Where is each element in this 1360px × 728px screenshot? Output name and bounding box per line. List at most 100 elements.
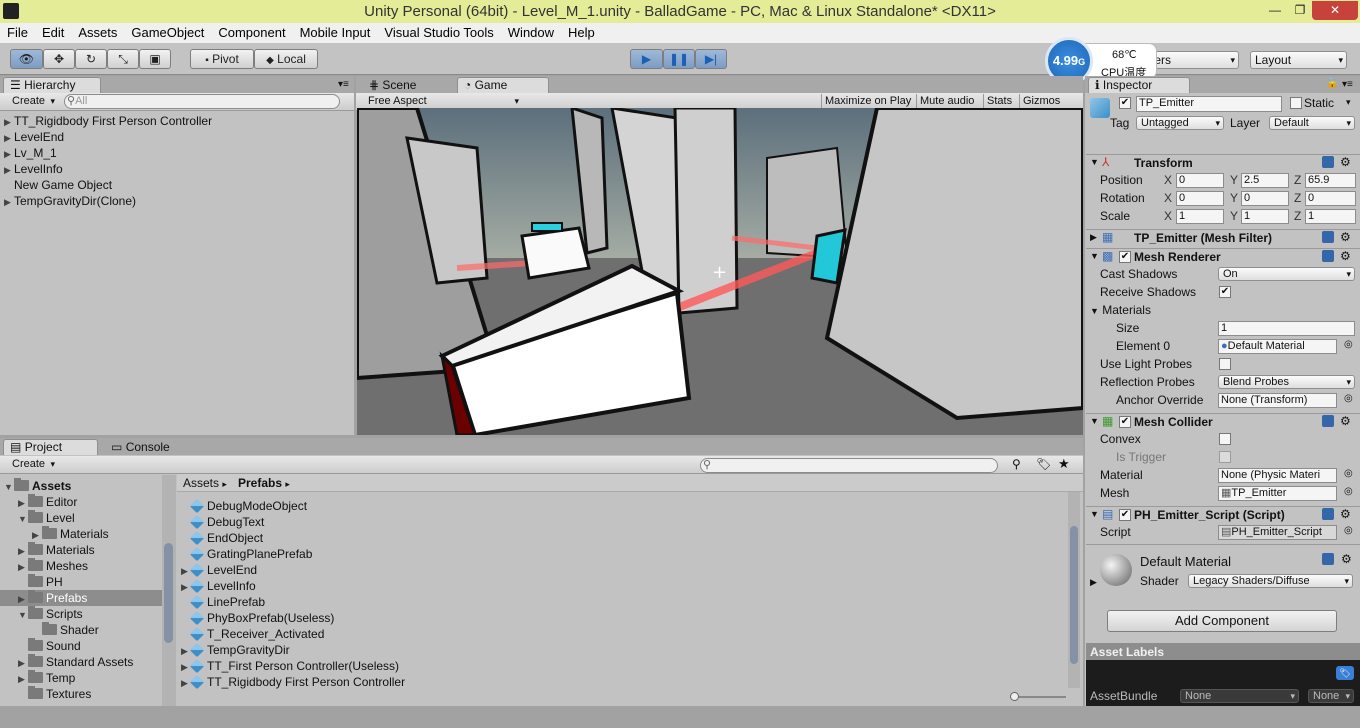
is-trigger-checkbox[interactable] (1219, 451, 1231, 463)
view-tool-button[interactable]: 👁 (10, 49, 43, 69)
object-name-field[interactable]: TP_Emitter (1136, 96, 1282, 112)
layer-dropdown[interactable]: Default (1269, 116, 1355, 130)
static-checkbox[interactable] (1290, 97, 1302, 109)
help-book-icon[interactable] (1322, 553, 1334, 565)
expand-arrow-icon[interactable]: ▶ (4, 130, 14, 146)
breadcrumb-assets[interactable]: Assets ▸ (183, 476, 227, 490)
transform-x-field[interactable]: 0 (1176, 191, 1224, 206)
object-picker-icon[interactable]: ◎ (1344, 525, 1353, 536)
asset-item[interactable]: ▶ LevelInfo (181, 578, 1061, 594)
anchor-override-field[interactable]: None (Transform) (1218, 393, 1337, 408)
tab-console[interactable]: ▭ Console (104, 439, 192, 455)
cast-shadows-dropdown[interactable]: On (1218, 267, 1355, 281)
mesh-collider-enabled-checkbox[interactable]: ✔ (1119, 416, 1131, 428)
folder-item[interactable]: ▶ Meshes (4, 558, 162, 574)
transform-header[interactable]: ▼ ⅄ Transform ⚙ (1086, 154, 1360, 172)
hierarchy-item[interactable]: ▶ LevelInfo (4, 161, 344, 177)
panel-menu-icon[interactable]: ▾≡ (338, 79, 349, 90)
folder-item[interactable]: ▶ Prefabs (0, 590, 162, 606)
folder-item[interactable]: ▼ Assets (4, 478, 162, 494)
menu-item-gameobject[interactable]: GameObject (124, 23, 211, 43)
transform-z-field[interactable]: 1 (1305, 209, 1356, 224)
mesh-renderer-header[interactable]: ▼ ▩ ✔ Mesh Renderer ⚙ (1086, 248, 1360, 266)
help-book-icon[interactable] (1322, 250, 1334, 262)
gear-icon[interactable]: ⚙ (1341, 552, 1352, 566)
asset-item[interactable]: ▶ LevelEnd (181, 562, 1061, 578)
expand-arrow-icon[interactable]: ▼ (4, 479, 14, 495)
rotate-tool-button[interactable]: ↻ (75, 49, 107, 69)
expand-arrow-icon[interactable]: ▶ (18, 495, 28, 511)
favorite-star-icon[interactable]: ★ (1058, 456, 1070, 472)
project-search-input[interactable]: ⚲ (700, 458, 998, 473)
asset-item[interactable]: PhyBoxPrefab(Useless) (181, 610, 1061, 626)
expand-arrow-icon[interactable]: ▶ (18, 559, 28, 575)
gear-icon[interactable]: ⚙ (1340, 507, 1351, 521)
lock-icon[interactable]: 🔒 (1326, 78, 1338, 89)
object-picker-icon[interactable]: ◎ (1344, 468, 1353, 479)
asset-item[interactable]: ▶ TempGravityDir (181, 642, 1061, 658)
folder-item[interactable]: ▶ Standard Assets (4, 654, 162, 670)
reflection-probes-dropdown[interactable]: Blend Probes (1218, 375, 1355, 389)
script-header[interactable]: ▼ ▤ ✔ PH_Emitter_Script (Script) ⚙ (1086, 506, 1360, 524)
collider-material-field[interactable]: None (Physic Materi (1218, 468, 1337, 483)
transform-y-field[interactable]: 2.5 (1241, 173, 1289, 188)
menu-item-visual-studio-tools[interactable]: Visual Studio Tools (377, 23, 500, 43)
pivot-button[interactable]: ▪ Pivot (190, 49, 254, 69)
script-enabled-checkbox[interactable]: ✔ (1119, 509, 1131, 521)
menu-item-edit[interactable]: Edit (35, 23, 71, 43)
assetbundle-dropdown[interactable]: None (1180, 689, 1299, 703)
hierarchy-item[interactable]: ▶ LevelEnd (4, 129, 344, 145)
expand-arrow-icon[interactable]: ▶ (181, 643, 191, 659)
asset-item[interactable]: ▶ TT_Rigidbody First Person Controller (181, 674, 1061, 690)
expand-arrow-icon[interactable]: ▶ (18, 671, 28, 687)
expand-arrow-icon[interactable]: ▶ (18, 655, 28, 671)
assetbundle-variant-dropdown[interactable]: None (1308, 689, 1354, 703)
folder-item[interactable]: ▶ Temp (4, 670, 162, 686)
menu-item-file[interactable]: File (0, 23, 35, 43)
tag-dropdown[interactable]: Untagged (1136, 116, 1224, 130)
pause-button[interactable]: ❚❚ (663, 49, 695, 69)
icon-size-slider[interactable] (1010, 692, 1066, 701)
expand-arrow-icon[interactable]: ▶ (4, 146, 14, 162)
expand-arrow-icon[interactable]: ▶ (181, 563, 191, 579)
folder-item[interactable]: Sound (4, 638, 162, 654)
asset-item[interactable]: EndObject (181, 530, 1061, 546)
play-button[interactable]: ▶ (630, 49, 663, 69)
asset-item[interactable]: DebugText (181, 514, 1061, 530)
filter-type-icon[interactable]: ⚲ (1012, 457, 1021, 471)
folder-item[interactable]: ▼ Scripts (4, 606, 162, 622)
hierarchy-create-dropdown[interactable]: Create (8, 95, 58, 109)
expand-arrow-icon[interactable]: ▶ (18, 591, 28, 607)
script-field[interactable]: ▤PH_Emitter_Script (1218, 525, 1337, 540)
element0-field[interactable]: ●Default Material (1218, 339, 1337, 354)
folder-item[interactable]: ▶ Materials (4, 526, 162, 542)
light-probes-checkbox[interactable] (1219, 358, 1231, 370)
label-tag-icon[interactable]: 🏷 (1336, 666, 1354, 680)
transform-y-field[interactable]: 0 (1241, 191, 1289, 206)
collider-mesh-field[interactable]: ▦TP_Emitter (1218, 486, 1337, 501)
rect-tool-button[interactable]: ▣ (139, 49, 171, 69)
hierarchy-item[interactable]: ▶ TempGravityDir(Clone) (4, 193, 344, 209)
expand-arrow-icon[interactable]: ▶ (32, 527, 42, 543)
hierarchy-search-input[interactable]: ⚲All (64, 94, 340, 109)
folder-item[interactable]: ▼ Level (4, 510, 162, 526)
help-book-icon[interactable] (1322, 231, 1334, 243)
asset-list-scrollbar[interactable] (1068, 492, 1080, 688)
gear-icon[interactable]: ⚙ (1340, 414, 1351, 428)
breadcrumb-prefabs[interactable]: Prefabs ▸ (238, 476, 290, 490)
expand-arrow-icon[interactable]: ▼ (18, 607, 28, 623)
hierarchy-item[interactable]: ▶ TT_Rigidbody First Person Controller (4, 113, 344, 129)
expand-arrow-icon[interactable]: ▶ (4, 162, 14, 178)
asset-item[interactable]: T_Receiver_Activated (181, 626, 1061, 642)
asset-item[interactable]: GratingPlanePrefab (181, 546, 1061, 562)
expand-arrow-icon[interactable]: ▶ (18, 543, 28, 559)
transform-x-field[interactable]: 1 (1176, 209, 1224, 224)
expand-arrow-icon[interactable]: ▶ (181, 659, 191, 675)
gear-icon[interactable]: ⚙ (1340, 230, 1351, 244)
receive-shadows-checkbox[interactable]: ✔ (1219, 286, 1231, 298)
help-book-icon[interactable] (1322, 156, 1334, 168)
hierarchy-item[interactable]: New Game Object (4, 177, 344, 193)
transform-y-field[interactable]: 1 (1241, 209, 1289, 224)
tab-project[interactable]: ▤ Project (3, 439, 98, 455)
material-collapse-icon[interactable]: ▶ (1090, 577, 1097, 588)
